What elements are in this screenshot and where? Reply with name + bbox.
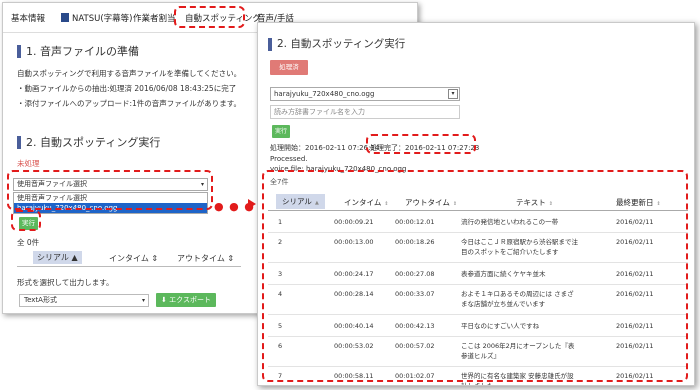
section1-desc: 自動スポッティングで利用する音声ファイルを準備してください。 [17, 69, 242, 78]
download-icon: ⬇ [161, 296, 167, 304]
dictionary-file-input[interactable]: 読み方辞書ファイル名を入力 [270, 105, 460, 119]
audio-file-select-value: harajyuku_720x480_cno.ogg [274, 90, 375, 98]
document-icon [61, 13, 69, 22]
column-in-time-label: インタイム [109, 254, 149, 263]
column-out-time-label: アウトタイム [177, 254, 225, 263]
result-count: 全 0件 [17, 238, 40, 247]
highlight-complete-time [366, 134, 476, 154]
run-button[interactable]: 実行 [272, 125, 290, 138]
export-format-select[interactable]: TextA形式 ▾ [19, 294, 149, 307]
column-serial-label: シリアル [37, 253, 69, 262]
tab-natsu[interactable]: NATSU(字幕等) [61, 12, 132, 24]
section1-upload-status: ・添付ファイルへのアップロード:1件の音声ファイルがあります。 [17, 99, 242, 108]
export-desc: 形式を選択して出力します。 [17, 278, 114, 287]
tab-basic-info[interactable]: 基本情報 [11, 12, 45, 24]
section1-extract-status: ・動画ファイルからの抽出:処理済 2016/06/08 18:43:25に完了 [17, 84, 237, 93]
export-button[interactable]: ⬇ エクスポート [156, 293, 216, 307]
column-serial[interactable]: シリアル ▲ [33, 251, 82, 264]
process-start-time: 処理開始：2016-02-11 07:26:34 [270, 144, 380, 152]
arrow-head-icon [248, 199, 256, 209]
section-title: 2. 自動スポッティング実行 [268, 38, 405, 51]
export-button-label: エクスポート [169, 296, 211, 304]
audio-file-select[interactable]: harajyuku_720x480_cno.ogg ▾ [270, 87, 460, 101]
processed-text: Processed. [270, 155, 308, 163]
table-header: シリアル ▲ インタイム ⇕ アウトタイム ⇕ [17, 249, 241, 267]
column-out-time[interactable]: アウトタイム ⇕ [177, 253, 234, 264]
processed-badge: 処理済 [270, 60, 308, 75]
section2-title: 2. 自動スポッティング実行 [17, 136, 160, 149]
chevron-down-icon: ▾ [448, 89, 458, 99]
chevron-down-icon: ▾ [141, 297, 145, 304]
status-label: 未処理 [17, 159, 40, 168]
highlight-select [7, 170, 213, 210]
highlight-tab [174, 6, 245, 28]
section1-title: 1. 音声ファイルの準備 [17, 45, 139, 58]
tab-natsu-label: NATSU(字幕等) [72, 14, 133, 24]
highlight-run [11, 210, 41, 231]
column-in-time[interactable]: インタイム ⇕ [109, 253, 158, 264]
highlight-results [262, 170, 688, 382]
export-format-value: TextA形式 [24, 296, 57, 304]
tab-worker-assign[interactable]: 作業者割当 [133, 12, 176, 24]
